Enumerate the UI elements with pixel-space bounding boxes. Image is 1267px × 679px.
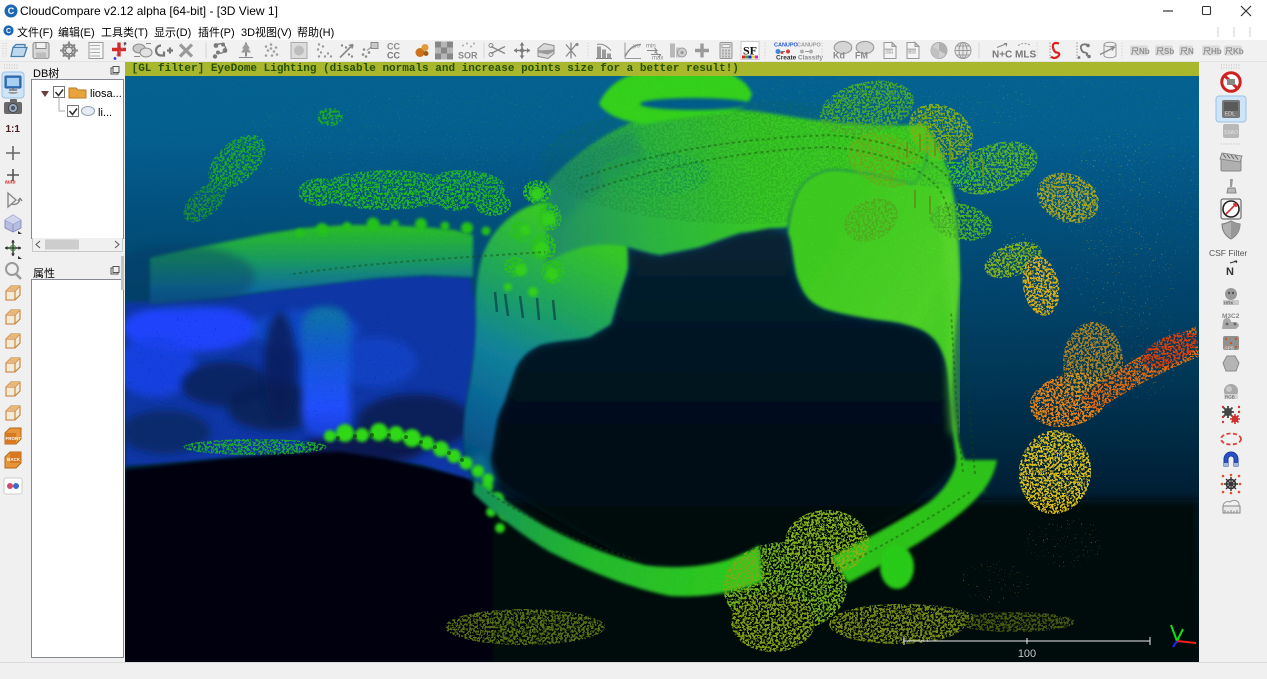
svg-text:CC: CC (387, 51, 400, 61)
svg-text:Classify: Classify (798, 55, 823, 62)
svg-text:1:1: 1:1 (6, 124, 21, 135)
svg-text:HRK: HRK (1224, 301, 1234, 306)
svg-text:MLS: MLS (1015, 50, 1036, 61)
svg-text:Create: Create (776, 55, 797, 62)
svg-text:尺Hb: 尺Hb (1203, 47, 1222, 56)
svg-text:CSV: CSV (908, 49, 917, 54)
svg-text:100: 100 (1018, 648, 1036, 660)
svg-text:μσ: μσ (633, 44, 640, 50)
svg-text:auto: auto (5, 180, 16, 186)
svg-text:C: C (6, 28, 11, 35)
svg-text:min: min (646, 44, 656, 50)
svg-text:RPS: RPS (1225, 346, 1234, 351)
svg-text:FM: FM (855, 51, 868, 61)
svg-text:N: N (1226, 266, 1234, 278)
svg-text:尺Kb: 尺Kb (1225, 47, 1244, 56)
svg-text:尺Nb: 尺Nb (1131, 47, 1150, 56)
svg-text:CSF Filter: CSF Filter (1209, 248, 1247, 258)
svg-text:尺N: 尺N (1180, 47, 1194, 56)
svg-text:FRONT: FRONT (6, 436, 22, 441)
svg-text:CANUPO: CANUPO (797, 43, 822, 49)
svg-text:尺Sb: 尺Sb (1156, 47, 1174, 56)
svg-text:Kd: Kd (833, 51, 845, 61)
svg-text:SSAO: SSAO (1224, 130, 1238, 136)
svg-text:BHP: BHP (885, 49, 894, 54)
svg-text:SOR: SOR (458, 51, 478, 61)
svg-text:BACK: BACK (7, 457, 21, 462)
svg-text:RGB: RGB (1225, 395, 1235, 400)
svg-text:N+C: N+C (992, 50, 1012, 61)
svg-text:liosa...: liosa... (90, 88, 121, 100)
svg-text:max: max (652, 56, 663, 62)
svg-text:C: C (8, 6, 15, 16)
svg-text:SF: SF (743, 44, 757, 58)
svg-text:EDL: EDL (1225, 112, 1236, 118)
svg-text:li...: li... (98, 107, 112, 119)
svg-text:CANUPO: CANUPO (774, 43, 799, 49)
